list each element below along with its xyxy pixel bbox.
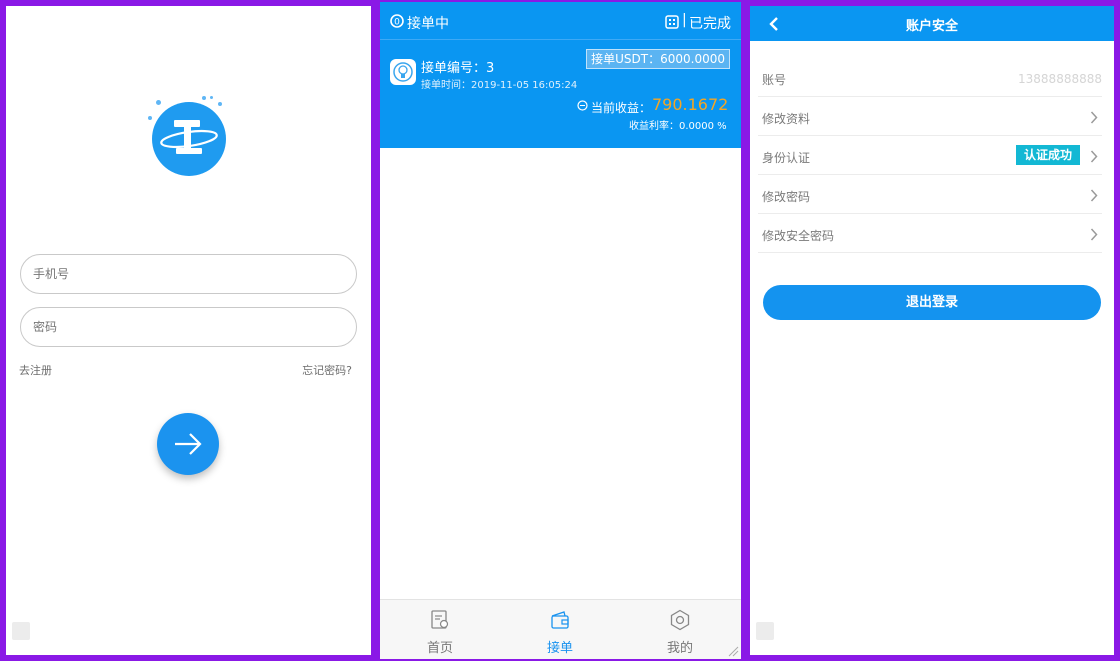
lightbulb-icon [390,59,416,85]
login-screen: 去注册 忘记密码? [6,6,371,655]
order-time: 接单时间：2019-11-05 16:05:24 [421,80,578,91]
row-identity-label: 身份认证 [762,151,811,165]
nav-orders-label: 接单 [546,641,573,656]
tab-completed[interactable]: 已完成 [689,13,731,33]
tab-divider: | [682,12,687,28]
orders-screen: 0 接单中 | 已完成 接单编号：3 接单时间：2019-11-05 16:05… [380,2,741,659]
app-logo [146,94,236,184]
register-link[interactable]: 去注册 [19,362,52,378]
corner-widget-icon [12,622,30,640]
page-title: 账户安全 [905,19,958,34]
logout-button[interactable]: 退出登录 [763,285,1101,320]
row-account-value: 13888888888 [1018,72,1102,86]
earnings-label: 当前收益： [591,101,652,115]
earnings-value: 790.1672 [652,95,729,114]
row-change-security-password[interactable]: 修改安全密码 [758,215,1102,253]
row-change-security-password-label: 修改安全密码 [762,229,835,243]
row-identity-verification[interactable]: 身份认证 认证成功 [758,137,1102,175]
nav-home[interactable]: 首页 [380,600,500,659]
login-submit-button[interactable] [157,413,219,475]
tab-in-progress[interactable]: 接单中 [407,13,449,33]
svg-text:0: 0 [394,18,400,28]
verified-badge: 认证成功 [1015,145,1080,165]
nav-mine-label: 我的 [666,641,693,656]
home-doc-icon [431,610,449,629]
arrow-right-icon [175,433,202,455]
resize-grip-icon [728,646,739,657]
wallet-icon [551,611,569,629]
bottom-nav: 首页 接单 我的 [380,599,741,659]
chevron-right-icon [1090,111,1098,124]
chevron-right-icon [1090,228,1098,241]
row-account: 账号 13888888888 [758,59,1102,97]
account-security-screen: 账户安全 账号 13888888888 修改资料 身份认证 认证成功 修改密码 … [750,6,1114,655]
nav-orders[interactable]: 接单 [500,600,620,659]
row-edit-profile[interactable]: 修改资料 [758,98,1102,136]
security-header: 账户安全 [750,6,1114,41]
chevron-right-icon [1090,189,1098,202]
nav-home-label: 首页 [426,641,453,656]
row-change-password-label: 修改密码 [762,190,811,204]
order-number: 接单编号：3 [421,61,495,76]
nav-mine[interactable]: 我的 [620,600,740,659]
forgot-password-link[interactable]: 忘记密码? [302,362,352,378]
order-amount-badge: 接单USDT：6000.0000 [586,49,730,69]
orders-header: 0 接单中 | 已完成 接单编号：3 接单时间：2019-11-05 16:05… [380,2,741,148]
corner-widget-icon [756,622,774,640]
earnings-rate: 收益利率：0.0000 % [629,121,727,132]
row-account-label: 账号 [762,73,787,87]
password-input[interactable] [20,307,357,347]
row-change-password[interactable]: 修改密码 [758,176,1102,214]
row-edit-profile-label: 修改资料 [762,112,811,126]
earnings-icon [577,100,588,111]
hexagon-icon [670,609,690,631]
coin-icon: 0 [390,14,404,28]
chevron-right-icon [1090,150,1098,163]
phone-input[interactable] [20,254,357,294]
grid-icon [665,15,679,29]
